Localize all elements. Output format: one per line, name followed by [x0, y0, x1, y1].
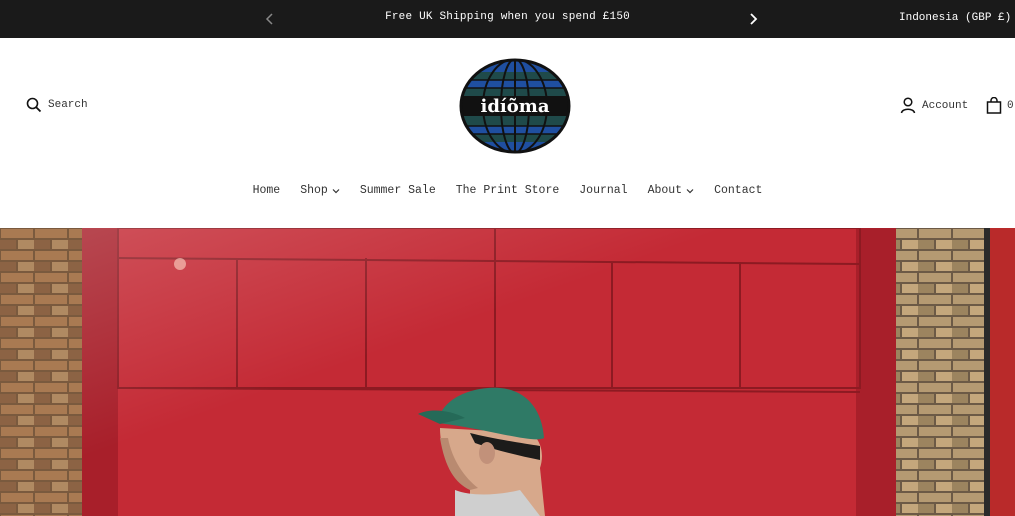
nav-item-shop[interactable]: Shop [300, 184, 340, 197]
shopping-bag-icon [986, 97, 1002, 114]
chevron-down-icon [332, 188, 340, 193]
user-icon [900, 97, 916, 114]
currency-label: Indonesia (GBP £) [899, 12, 1012, 24]
announcement-text: Free UK Shipping when you spend £150 [385, 11, 630, 23]
main-nav: Home Shop Summer Sale The Print Store Jo… [0, 184, 1015, 197]
nav-label: The Print Store [455, 184, 560, 197]
cart-button[interactable]: 0 [986, 97, 1014, 114]
nav-item-summer-sale[interactable]: Summer Sale [360, 184, 436, 197]
nav-item-print-store[interactable]: The Print Store [456, 184, 560, 197]
nav-label: Shop [300, 184, 328, 197]
currency-selector[interactable]: Indonesia (GBP £) [899, 12, 1015, 24]
nav-label: Journal [579, 184, 628, 197]
chevron-down-icon [686, 188, 694, 193]
brand-logo[interactable]: idíõma [459, 58, 571, 154]
nav-item-contact[interactable]: Contact [714, 184, 762, 197]
cart-count: 0 [1007, 99, 1014, 112]
nav-label: Home [252, 184, 281, 197]
account-label: Account [922, 99, 969, 112]
nav-label: About [647, 184, 683, 197]
nav-label: Summer Sale [359, 184, 436, 197]
account-link[interactable]: Account [900, 97, 968, 114]
site-header: Search idíõma Account 0 Home Shop Summer… [0, 38, 1015, 228]
chevron-right-icon[interactable] [745, 10, 761, 28]
search-button[interactable]: Search [26, 97, 88, 113]
nav-item-journal[interactable]: Journal [579, 184, 627, 197]
logo-text: idíõma [481, 96, 550, 117]
nav-item-home[interactable]: Home [253, 184, 281, 197]
search-icon [26, 97, 42, 113]
hero-image [0, 228, 1015, 516]
nav-label: Contact [714, 184, 763, 197]
search-label: Search [48, 99, 88, 111]
announcement-bar: Free UK Shipping when you spend £150 Ind… [0, 0, 1015, 38]
nav-item-about[interactable]: About [648, 184, 695, 197]
